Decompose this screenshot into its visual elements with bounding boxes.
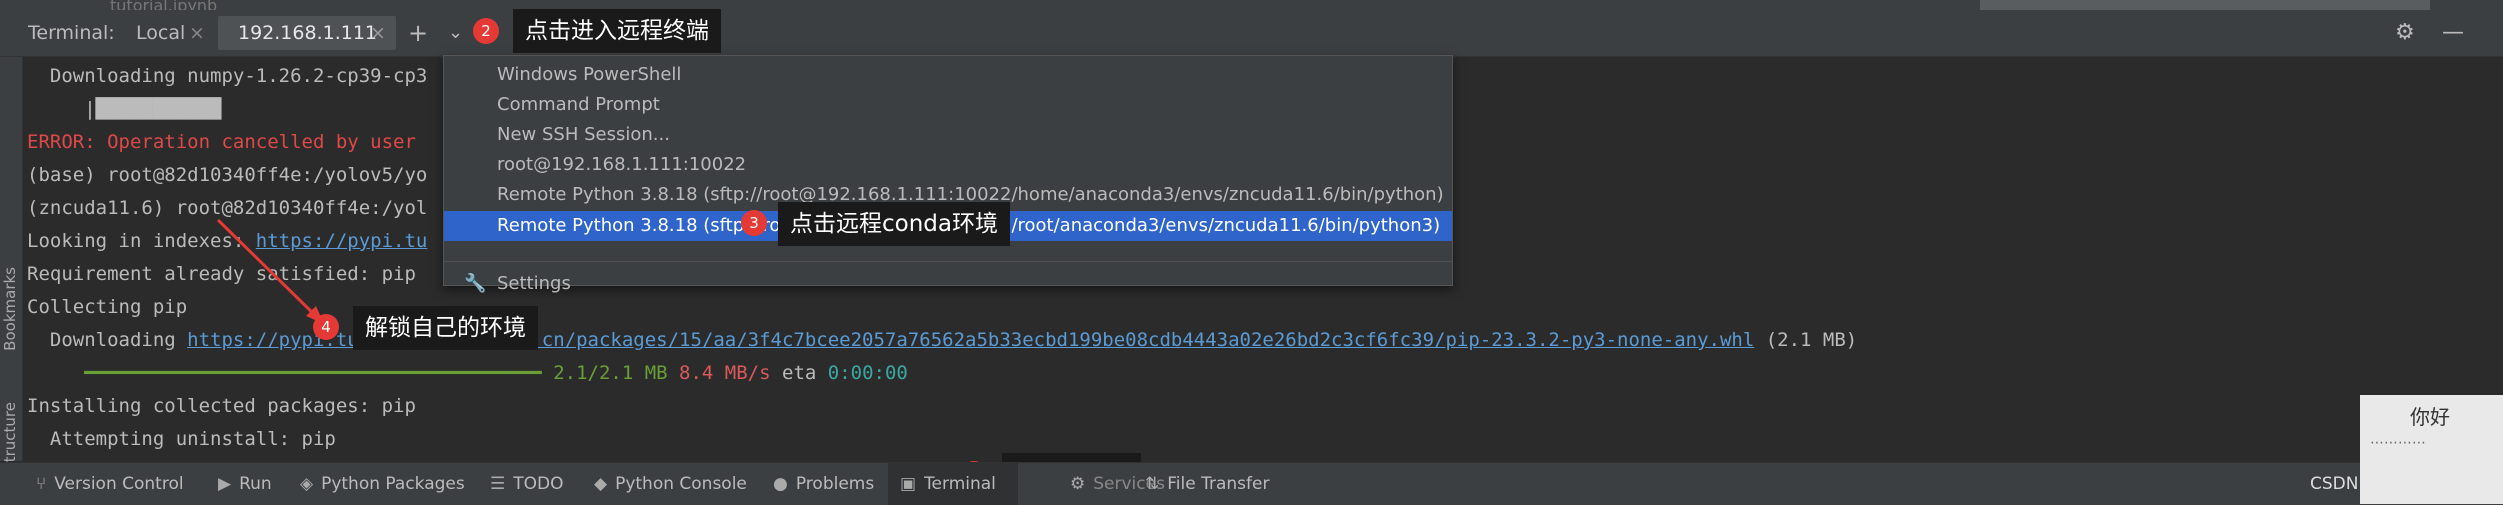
branch-icon: ⑂ [36, 474, 47, 494]
problems-button[interactable]: ● Problems [773, 463, 874, 505]
python-packages-button[interactable]: ◈ Python Packages [300, 463, 465, 505]
problems-icon: ● [773, 474, 788, 494]
version-control-button[interactable]: ⑂ Version Control [36, 463, 184, 505]
annotation-arrow [216, 218, 326, 326]
todo-button[interactable]: ☰ TODO [490, 463, 564, 505]
terminal-icon: ▣ [900, 474, 917, 494]
packages-icon: ◈ [300, 474, 314, 494]
list-icon: ☰ [490, 474, 506, 494]
bottom-tool-bar: ⑂ Version Control ▶ Run ◈ Python Packages ☰… [0, 462, 2503, 505]
thumbnail-image: 你好 ⋯⋯⋯⋯ [2360, 395, 2503, 504]
python-console-button[interactable]: ◆ Python Console [594, 463, 747, 505]
thumbnail-subtext: ⋯⋯⋯⋯ [2370, 435, 2426, 451]
transfer-icon: ⇅ [1145, 474, 1160, 494]
thumbnail-text: 你好 [2410, 405, 2450, 429]
file-transfer-button[interactable]: ⇅ File Transfer [1145, 463, 1269, 505]
services-icon: ⚙ [1070, 474, 1086, 494]
terminal-button[interactable]: ▣ Terminal [900, 463, 996, 505]
play-icon: ▶ [218, 474, 232, 494]
python-icon: ◆ [594, 474, 608, 494]
run-button[interactable]: ▶ Run [218, 463, 272, 505]
